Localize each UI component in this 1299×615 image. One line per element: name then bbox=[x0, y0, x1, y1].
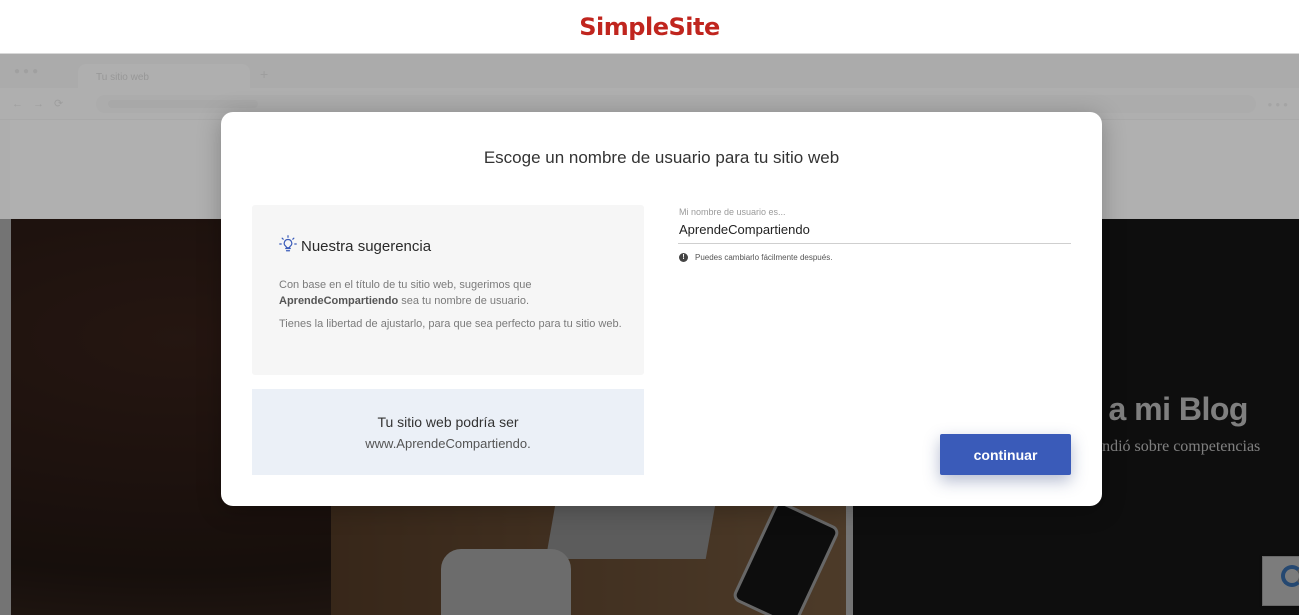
username-hint: ! Puedes cambiarlo fácilmente después. bbox=[679, 253, 832, 262]
username-label: Mi nombre de usuario es... bbox=[679, 207, 786, 217]
username-input[interactable] bbox=[678, 220, 1071, 244]
suggestion-card: Nuestra sugerencia Con base en el título… bbox=[252, 205, 644, 375]
suggestion-note: Tienes la libertad de ajustarlo, para qu… bbox=[279, 318, 622, 330]
hint-text: Puedes cambiarlo fácilmente después. bbox=[695, 253, 833, 262]
username-dialog: Escoge un nombre de usuario para tu siti… bbox=[221, 112, 1102, 506]
suggestion-text: Con base en el título de tu sitio web, s… bbox=[279, 279, 532, 307]
continue-button[interactable]: continuar bbox=[940, 434, 1071, 475]
suggested-username: AprendeCompartiendo bbox=[279, 295, 399, 307]
top-bar: SimpleSite bbox=[0, 0, 1299, 54]
info-icon: ! bbox=[679, 253, 688, 262]
simplesite-logo[interactable]: SimpleSite bbox=[579, 13, 720, 41]
suggestion-heading: Nuestra sugerencia bbox=[301, 238, 432, 255]
dialog-title: Escoge un nombre de usuario para tu siti… bbox=[483, 148, 840, 167]
preview-label: Tu sitio web podría ser bbox=[377, 414, 519, 430]
site-url-preview: Tu sitio web podría ser www.AprendeCompa… bbox=[252, 389, 644, 475]
preview-url: www.AprendeCompartiendo. bbox=[365, 436, 531, 451]
lightbulb-icon bbox=[279, 235, 297, 252]
